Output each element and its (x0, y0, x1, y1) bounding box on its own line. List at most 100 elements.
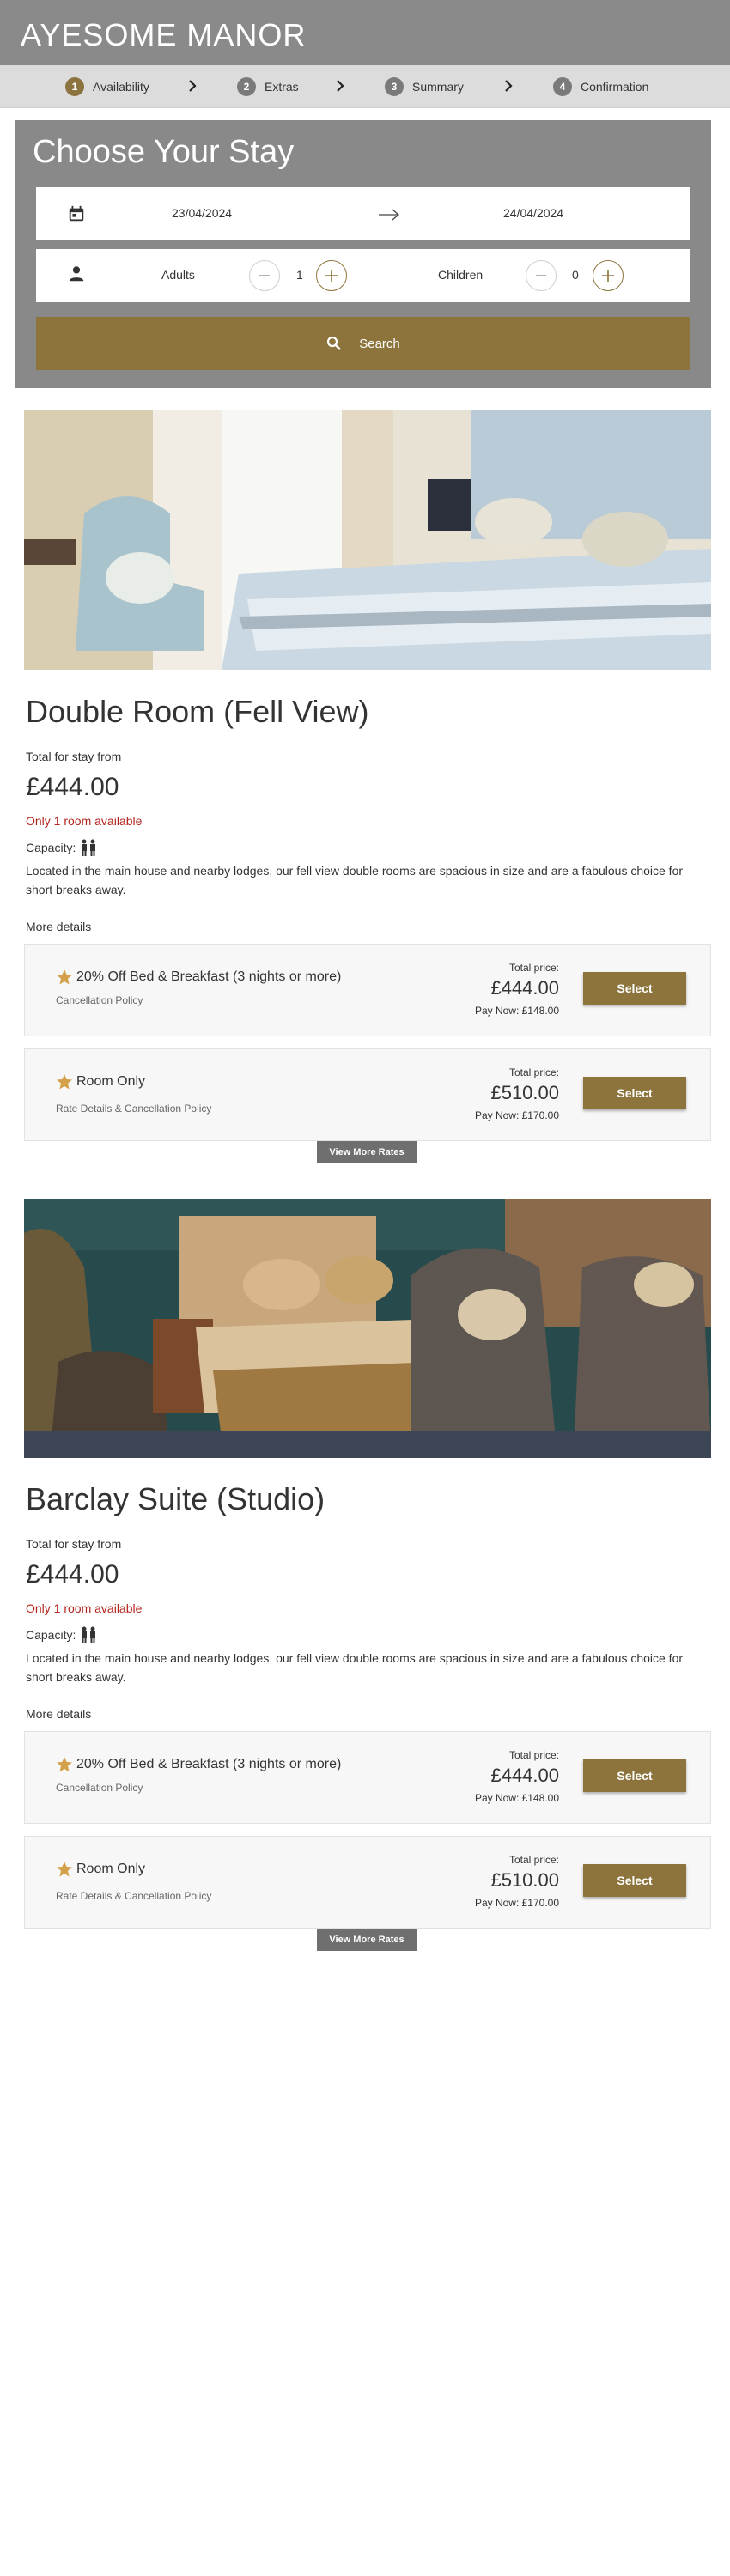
children-minus-button[interactable] (526, 260, 557, 291)
rate-name-text: Room Only (76, 1074, 146, 1089)
search-icon (327, 336, 342, 350)
star-icon (57, 1757, 72, 1772)
rate-price: £510.00 (490, 1082, 559, 1103)
capacity-label: Capacity: (26, 841, 76, 854)
select-button[interactable]: Select (583, 972, 686, 1005)
guests-field: Adults 1 Children 0 (36, 249, 690, 302)
step-extras[interactable]: 2 Extras (237, 76, 299, 97)
more-details-link[interactable]: More details (26, 1707, 91, 1721)
minus-icon (536, 275, 546, 276)
room-title: Double Room (Fell View) (26, 694, 369, 729)
view-more-rates-button[interactable]: View More Rates (317, 1929, 417, 1951)
availability-notice: Only 1 room available (26, 814, 143, 828)
pay-now: Pay Now: £170.00 (474, 1897, 559, 1909)
search-button[interactable]: Search (36, 317, 690, 370)
date-range-field[interactable]: 23/04/2024 24/04/2024 (36, 187, 690, 240)
children-label: Children (438, 268, 484, 282)
view-more-rates-button[interactable]: View More Rates (317, 1141, 417, 1163)
adults-minus-button[interactable] (249, 260, 280, 291)
arrow-right-icon (379, 209, 399, 221)
room-price: £444.00 (26, 773, 119, 801)
plus-icon (325, 270, 338, 282)
rate-price: £444.00 (490, 977, 559, 999)
adults-value: 1 (296, 268, 303, 282)
brand-logo-text[interactable]: AYESOME MANOR (21, 17, 306, 53)
capacity: Capacity: (26, 838, 98, 857)
pay-now: Pay Now: £170.00 (474, 1109, 559, 1121)
step-label: Availability (93, 80, 149, 94)
chevron-right-icon (505, 80, 513, 92)
capacity-people-icon (82, 1626, 96, 1643)
panel-title: Choose Your Stay (33, 134, 295, 170)
search-button-label: Search (359, 336, 400, 351)
rate-name: 20% Off Bed & Breakfast (3 nights or mor… (56, 969, 341, 986)
select-button[interactable]: Select (583, 1759, 686, 1792)
rate-card: Room Only Rate Details & Cancellation Po… (24, 1836, 711, 1929)
capacity-label: Capacity: (26, 1628, 76, 1642)
check-in-date[interactable]: 23/04/2024 (172, 206, 232, 220)
step-number: 2 (237, 77, 256, 96)
room-title: Barclay Suite (Studio) (26, 1481, 325, 1516)
cancellation-policy-link[interactable]: Cancellation Policy (56, 994, 143, 1006)
rate-price: £444.00 (490, 1765, 559, 1786)
step-number: 1 (65, 77, 84, 96)
chevron-right-icon (189, 80, 197, 92)
step-number: 4 (553, 77, 572, 96)
rate-card: 20% Off Bed & Breakfast (3 nights or mor… (24, 1731, 711, 1824)
step-confirmation[interactable]: 4 Confirmation (553, 76, 648, 97)
step-summary[interactable]: 3 Summary (385, 76, 464, 97)
capacity-people-icon (82, 839, 96, 856)
rate-card: 20% Off Bed & Breakfast (3 nights or mor… (24, 944, 711, 1036)
children-plus-button[interactable] (593, 260, 624, 291)
more-details-link[interactable]: More details (26, 920, 91, 933)
plus-icon (602, 270, 614, 282)
rate-details-link[interactable]: Rate Details & Cancellation Policy (56, 1890, 211, 1902)
calendar-icon (69, 205, 84, 222)
step-label: Extras (265, 80, 299, 94)
rate-price: £510.00 (490, 1869, 559, 1891)
suite-photo (24, 1199, 711, 1458)
rate-name-text: 20% Off Bed & Breakfast (3 nights or mor… (76, 969, 342, 984)
check-out-date[interactable]: 24/04/2024 (503, 206, 563, 220)
bedroom-photo (24, 410, 711, 670)
adults-label: Adults (161, 268, 195, 282)
availability-notice: Only 1 room available (26, 1601, 143, 1615)
rate-name: Room Only (56, 1073, 145, 1091)
capacity: Capacity: (26, 1625, 98, 1644)
select-button[interactable]: Select (583, 1077, 686, 1109)
rate-card: Room Only Rate Details & Cancellation Po… (24, 1048, 711, 1141)
rate-name: 20% Off Bed & Breakfast (3 nights or mor… (56, 1756, 341, 1773)
total-price-label: Total price: (508, 1854, 559, 1866)
rate-name: Room Only (56, 1861, 145, 1878)
star-icon (57, 969, 72, 985)
room-description: Located in the main house and nearby lod… (26, 1651, 684, 1684)
select-button[interactable]: Select (583, 1864, 686, 1897)
room-price: £444.00 (26, 1560, 119, 1589)
total-label: Total for stay from (26, 750, 122, 763)
total-price-label: Total price: (508, 962, 559, 974)
pay-now: Pay Now: £148.00 (474, 1005, 559, 1017)
search-panel: Choose Your Stay 23/04/2024 24/04/2024 A… (15, 120, 711, 388)
star-icon (57, 1074, 72, 1090)
booking-steps: 1 Availability 2 Extras 3 Summary 4 Conf… (0, 65, 730, 108)
children-value: 0 (572, 268, 579, 282)
room-photo (24, 1199, 711, 1458)
rate-details-link[interactable]: Rate Details & Cancellation Policy (56, 1103, 211, 1115)
step-label: Confirmation (581, 80, 649, 94)
total-price-label: Total price: (508, 1749, 559, 1761)
step-number: 3 (385, 77, 404, 96)
step-label: Summary (412, 80, 464, 94)
total-price-label: Total price: (508, 1066, 559, 1078)
room-description: Located in the main house and nearby lod… (26, 864, 684, 896)
star-icon (57, 1862, 72, 1877)
rate-name-text: 20% Off Bed & Breakfast (3 nights or mor… (76, 1757, 342, 1771)
room-photo (24, 410, 711, 670)
minus-icon (259, 275, 270, 276)
step-availability[interactable]: 1 Availability (65, 76, 149, 97)
pay-now: Pay Now: £148.00 (474, 1792, 559, 1804)
chevron-right-icon (337, 80, 344, 92)
cancellation-policy-link[interactable]: Cancellation Policy (56, 1782, 143, 1794)
rate-name-text: Room Only (76, 1862, 146, 1876)
adults-plus-button[interactable] (316, 260, 347, 291)
header-bar: AYESOME MANOR (0, 0, 730, 65)
